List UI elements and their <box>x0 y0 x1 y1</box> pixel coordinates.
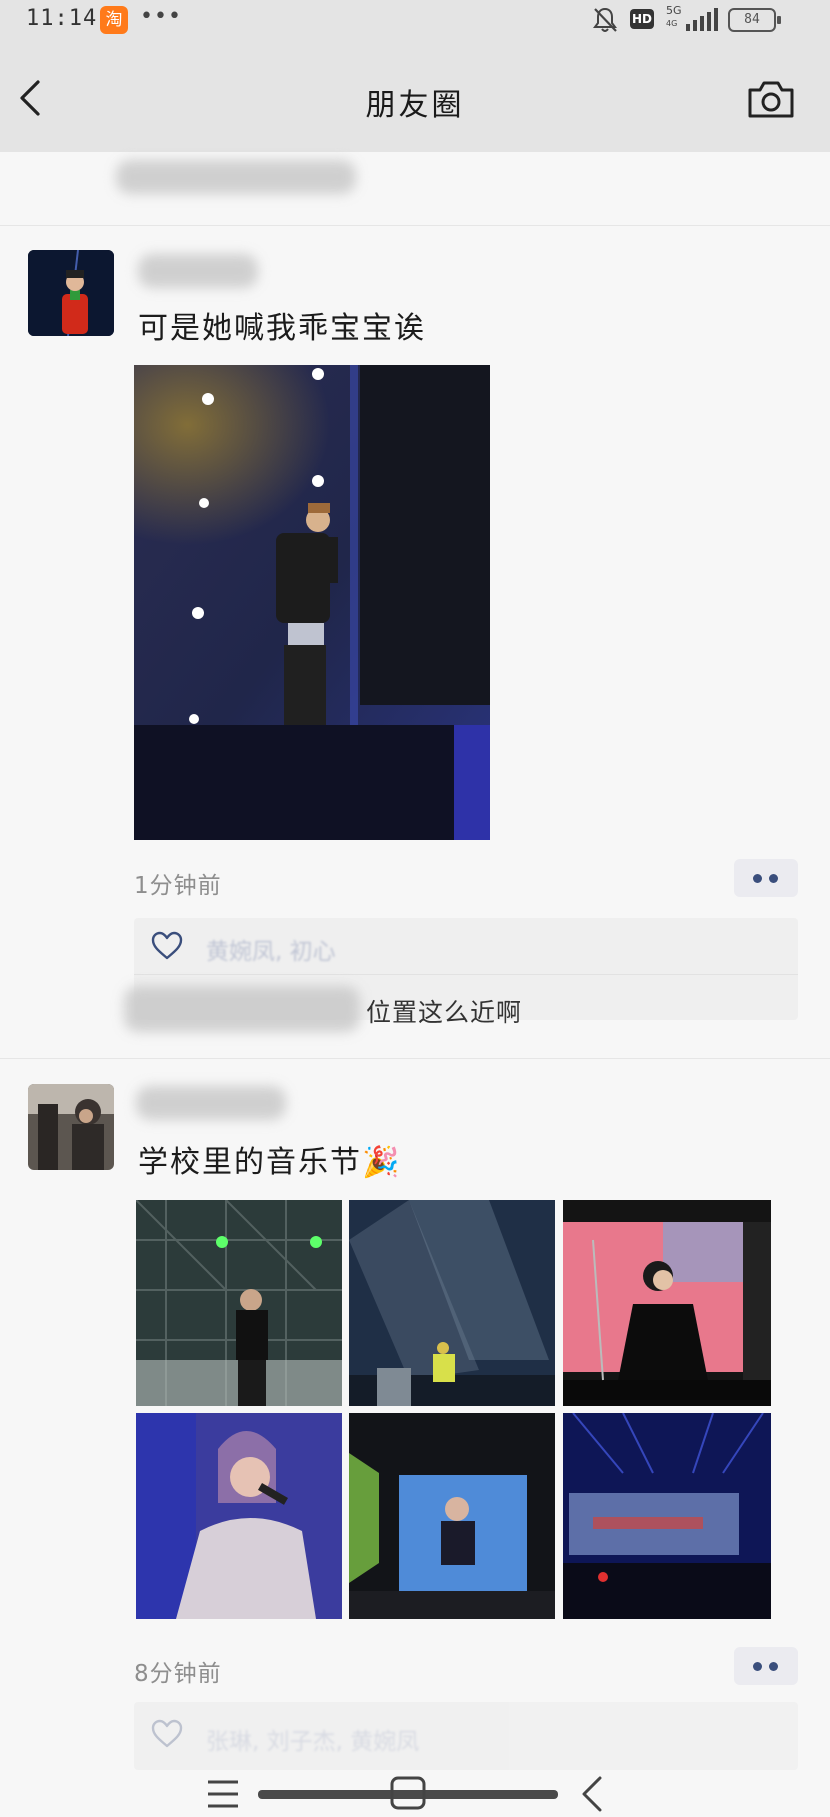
page-title: 朋友圈 <box>365 88 465 123</box>
grid-photo[interactable] <box>563 1200 771 1406</box>
status-bar: 11:14 淘 ••• HD 5G 4G 84 <box>0 0 830 40</box>
status-time: 11:14 <box>26 6 98 31</box>
blurred-header-text <box>116 160 356 194</box>
nav-bar: 朋友圈 <box>0 40 830 152</box>
blurred-username <box>136 1086 286 1120</box>
avatar[interactable] <box>28 1084 114 1170</box>
like-names[interactable]: 张琳, 刘子杰, 黄婉凤 <box>206 1722 419 1756</box>
system-navigation-bar <box>208 1776 602 1812</box>
network-type-label: 5G 4G <box>666 4 682 29</box>
grid-photo[interactable] <box>349 1200 555 1406</box>
hd-icon: HD <box>630 9 654 29</box>
post-time: 1分钟前 <box>134 873 222 899</box>
likes-comments-box: 张琳, 刘子杰, 黄婉凤 <box>134 1702 798 1770</box>
comment-text: 位置这么近啊 <box>366 998 523 1027</box>
moments-screen: 11:14 淘 ••• HD 5G 4G 84 朋友圈 可是她喊我乖宝宝诶 1分… <box>0 0 830 1817</box>
grid-photo[interactable] <box>349 1413 555 1619</box>
signal-icon <box>686 8 718 31</box>
more-actions-button[interactable] <box>734 859 798 897</box>
grid-photo[interactable] <box>136 1200 342 1406</box>
blurred-username <box>138 254 258 288</box>
like-names[interactable]: 黄婉凤, 初心 <box>206 932 336 966</box>
back-nav-icon[interactable] <box>582 1776 602 1812</box>
post-text: 可是她喊我乖宝宝诶 <box>138 311 426 346</box>
gesture-bar[interactable] <box>258 1790 558 1799</box>
dot <box>769 874 778 883</box>
dot <box>769 1662 778 1671</box>
avatar[interactable] <box>28 250 114 336</box>
battery-icon: 84 <box>728 8 781 32</box>
grid-photo[interactable] <box>563 1413 771 1619</box>
grid-photo[interactable] <box>136 1413 342 1619</box>
camera-icon[interactable] <box>746 78 796 120</box>
more-actions-button[interactable] <box>734 1647 798 1685</box>
divider <box>134 974 798 975</box>
post-photo[interactable] <box>134 365 490 840</box>
divider <box>0 225 830 226</box>
heart-icon <box>151 931 183 960</box>
dot <box>753 874 762 883</box>
mute-bell-icon <box>593 7 617 32</box>
post-text: 学校里的音乐节🎉 <box>138 1145 402 1180</box>
blurred-comment-author <box>124 986 360 1032</box>
dot <box>753 1662 762 1671</box>
divider <box>0 1058 830 1059</box>
taobao-app-icon: 淘 <box>100 6 128 34</box>
heart-icon <box>151 1719 183 1748</box>
more-notifications-indicator: ••• <box>140 4 182 29</box>
menu-icon[interactable] <box>208 1780 238 1808</box>
post-time: 8分钟前 <box>134 1661 222 1687</box>
